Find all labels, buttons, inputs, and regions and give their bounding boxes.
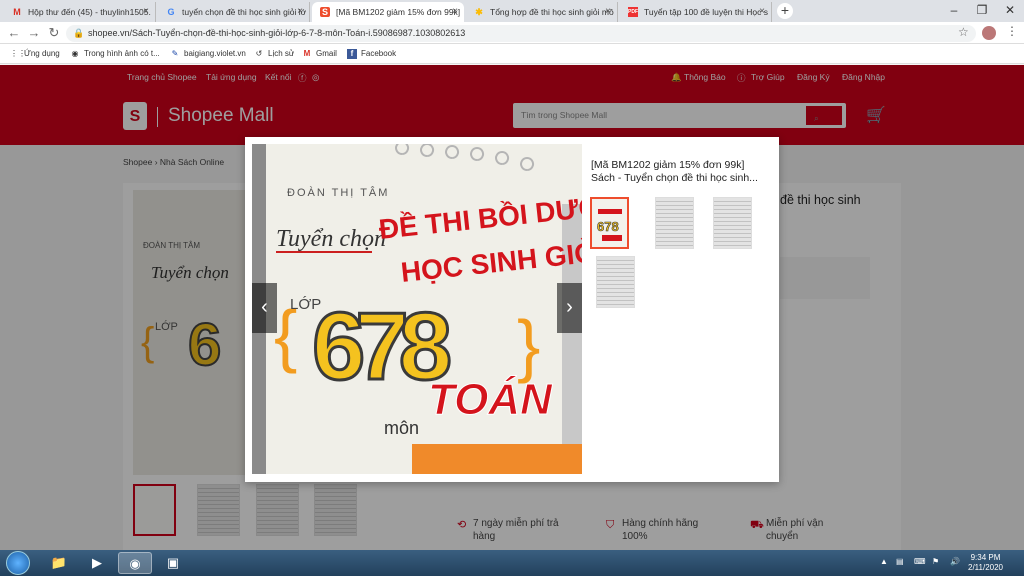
start-button[interactable] <box>6 551 30 575</box>
tab-pdf[interactable]: PDF Tuyển tập 100 đề luyện thi Học s × <box>620 2 772 22</box>
chevron-left-icon: ‹ <box>261 296 268 318</box>
book-cover-image: ĐOÀN THỊ TÂM Tuyển chọn ĐỀ THI BỒI DƯỠNG… <box>252 144 582 474</box>
volume-icon[interactable]: 🔊 <box>950 557 960 566</box>
close-icon[interactable]: × <box>759 2 765 22</box>
globe-icon: ◉ <box>71 49 79 58</box>
tab-label: Hộp thư đến (45) - thuylinh1505. <box>28 7 151 17</box>
bookmark-history[interactable]: ↺ Lịch sử <box>254 44 295 64</box>
back-button[interactable]: ← <box>6 25 22 41</box>
forward-button[interactable]: → <box>26 25 42 41</box>
close-icon[interactable]: × <box>452 2 458 22</box>
clock-date: 2/11/2020 <box>968 563 1003 572</box>
tab-label: Tổng hợp đề thi học sinh giỏi mô <box>490 7 614 17</box>
cover-line1: Tuyển chọn <box>276 226 386 252</box>
profile-avatar[interactable] <box>982 26 996 40</box>
gmail-icon: M <box>13 7 21 17</box>
bookmark-gmail[interactable]: M Gmail <box>302 44 337 64</box>
reload-button[interactable]: ↻ <box>46 25 62 41</box>
image-gallery-modal: ĐOÀN THỊ TÂM Tuyển chọn ĐỀ THI BỒI DƯỠNG… <box>245 137 779 482</box>
bookmark-image-search[interactable]: ◉ Trong hình ảnh có t... <box>70 44 160 64</box>
gallery-thumbnail-page[interactable] <box>655 197 694 249</box>
cover-subject-prefix: môn <box>384 418 419 438</box>
bookmark-label: Trong hình ảnh có t... <box>84 49 160 58</box>
gmail-icon: M <box>303 49 311 58</box>
tab-label: Tuyển tập 100 đề luyện thi Học s <box>644 7 768 17</box>
tab-shopee[interactable]: S [Mã BM1202 giảm 15% đơn 99k] × <box>312 2 464 22</box>
minimize-button[interactable]: – <box>940 0 968 22</box>
close-icon[interactable]: × <box>297 2 303 22</box>
bookmark-label: Gmail <box>316 49 337 58</box>
close-icon[interactable]: × <box>143 2 149 22</box>
file-explorer-icon[interactable]: 📁 <box>42 552 76 574</box>
apps-icon: ⋮⋮ <box>10 49 26 58</box>
cover-author: ĐOÀN THỊ TÂM <box>287 186 389 199</box>
browser-tab-bar: M Hộp thư đến (45) - thuylinh1505. × G tu… <box>0 0 1024 22</box>
thumbnail-cover-art: 678 <box>592 199 627 247</box>
history-icon: ↺ <box>255 49 263 58</box>
facebook-icon: f <box>347 49 357 59</box>
bookmark-label: baigiang.violet.vn <box>184 49 246 58</box>
google-icon: G <box>167 7 175 17</box>
tab-gmail[interactable]: M Hộp thư đến (45) - thuylinh1505. × <box>4 2 156 22</box>
media-player-icon[interactable]: ▶ <box>80 552 114 574</box>
tab-label: tuyển chọn đề thi học sinh giỏi lớ <box>182 7 307 17</box>
title-line: [Mã BM1202 giảm 15% đơn 99k] <box>591 159 745 171</box>
new-tab-button[interactable]: + <box>777 3 793 19</box>
tray-expand-icon[interactable]: ▲ <box>880 557 888 566</box>
address-bar-row: ← → ↻ 🔒 shopee.vn/Sách-Tuyển-chọn-đề-thi… <box>0 22 1024 44</box>
flag-icon[interactable]: ⚑ <box>932 557 939 566</box>
bookmark-label: Lịch sử <box>268 49 295 58</box>
keyboard-icon[interactable]: ⌨ <box>914 557 926 566</box>
gallery-thumbnail-page[interactable] <box>596 256 635 308</box>
next-image-button[interactable]: › <box>557 283 582 333</box>
bookmark-facebook[interactable]: f Facebook <box>347 44 396 64</box>
bookmark-label: Ứng dụng <box>24 49 60 58</box>
violet-icon: ✎ <box>171 49 179 58</box>
url-text: shopee.vn/Sách-Tuyển-chọn-đề-thi-học-sin… <box>88 28 466 38</box>
bookmark-apps[interactable]: ⋮⋮ Ứng dụng <box>10 44 60 64</box>
svg-text:678: 678 <box>597 219 619 234</box>
system-clock[interactable]: 9:34 PM 2/11/2020 <box>968 553 1003 573</box>
close-icon[interactable]: × <box>605 2 611 22</box>
google-photos-icon: ✱ <box>475 7 483 17</box>
tab-label: [Mã BM1202 giảm 15% đơn 99k] <box>336 7 461 17</box>
modal-product-title: [Mã BM1202 giảm 15% đơn 99k] Sách - Tuyể… <box>591 159 771 185</box>
chevron-right-icon: › <box>566 296 573 318</box>
svg-text:}: } <box>517 306 540 384</box>
gallery-main-image[interactable]: ĐOÀN THỊ TÂM Tuyển chọn ĐỀ THI BỒI DƯỠNG… <box>252 144 582 474</box>
url-field[interactable]: 🔒 shopee.vn/Sách-Tuyển-chọn-đề-thi-học-s… <box>66 25 976 42</box>
shopee-icon: S <box>320 7 330 17</box>
lock-icon: 🔒 <box>73 28 85 38</box>
maximize-button[interactable]: ❐ <box>968 0 996 22</box>
tab-google-search[interactable]: G tuyển chọn đề thi học sinh giỏi lớ × <box>158 2 310 22</box>
prev-image-button[interactable]: ‹ <box>252 283 277 333</box>
bookmark-violet[interactable]: ✎ baigiang.violet.vn <box>170 44 246 64</box>
pdf-icon: PDF <box>628 7 638 17</box>
bookmark-label: Facebook <box>361 49 397 58</box>
title-line: Sách - Tuyển chọn đề thi học sinh... <box>591 172 758 184</box>
chrome-icon[interactable]: ◉ <box>118 552 152 574</box>
gallery-thumbnail-cover[interactable]: 678 <box>590 197 629 249</box>
tab-google-photos[interactable]: ✱ Tổng hợp đề thi học sinh giỏi mô × <box>466 2 618 22</box>
close-window-button[interactable]: ✕ <box>996 0 1024 22</box>
network-icon[interactable]: ▤ <box>896 557 904 566</box>
clock-time: 9:34 PM <box>970 553 1001 562</box>
bookmark-star-icon[interactable]: ☆ <box>958 25 969 39</box>
remote-desktop-icon[interactable]: ▣ <box>156 552 190 574</box>
menu-icon[interactable]: ⋮ <box>1006 24 1018 38</box>
bookmarks-bar: ⋮⋮ Ứng dụng ◉ Trong hình ảnh có t... ✎ baig… <box>0 44 1024 64</box>
windows-taskbar: 📁 ▶ ◉ ▣ ▲ ▤ ⌨ ⚑ 🔊 9:34 PM 2/11/2020 <box>0 550 1024 576</box>
gallery-thumbnail-page[interactable] <box>713 197 752 249</box>
